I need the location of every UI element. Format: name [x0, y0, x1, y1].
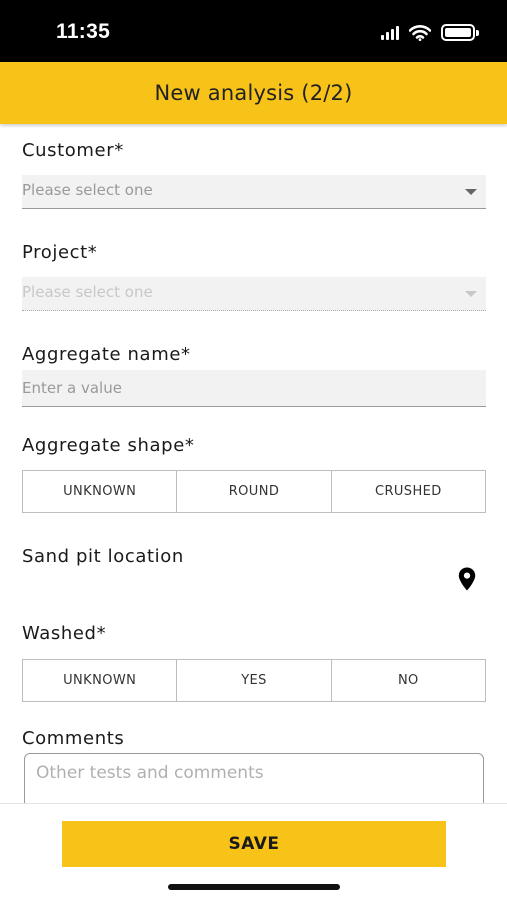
customer-select-placeholder: Please select one — [22, 181, 153, 199]
aggregate-shape-option-round[interactable]: ROUND — [177, 471, 332, 512]
washed-option-unknown[interactable]: UNKNOWN — [23, 660, 178, 701]
footer-bar: SAVE — [0, 803, 507, 900]
project-select-placeholder: Please select one — [22, 283, 153, 301]
status-icons — [381, 24, 479, 41]
comments-label: Comments — [22, 728, 125, 749]
customer-label: Customer* — [22, 140, 124, 161]
aggregate-shape-option-unknown[interactable]: UNKNOWN — [23, 471, 178, 512]
home-indicator[interactable] — [168, 884, 340, 890]
aggregate-shape-option-crushed[interactable]: CRUSHED — [331, 471, 485, 512]
status-bar: 11:35 — [0, 0, 507, 62]
project-label: Project* — [22, 242, 98, 263]
wifi-icon — [409, 24, 431, 41]
app-header: New analysis (2/2) — [0, 62, 507, 124]
washed-label: Washed* — [22, 623, 107, 644]
washed-selector: UNKNOWN YES NO — [22, 659, 486, 702]
status-time: 11:35 — [56, 20, 111, 43]
page-title: New analysis (2/2) — [154, 81, 353, 105]
project-select[interactable]: Please select one — [22, 277, 486, 311]
customer-select[interactable]: Please select one — [22, 175, 486, 209]
aggregate-shape-label: Aggregate shape* — [22, 435, 195, 456]
sand-pit-location-label: Sand pit location — [22, 546, 184, 567]
chevron-down-icon — [465, 291, 477, 297]
washed-option-yes[interactable]: YES — [177, 660, 332, 701]
chevron-down-icon — [465, 189, 477, 195]
save-button[interactable]: SAVE — [62, 821, 446, 867]
battery-icon — [441, 24, 479, 41]
cellular-signal-icon — [381, 25, 399, 40]
map-pin-icon[interactable] — [458, 567, 476, 591]
aggregate-shape-selector: UNKNOWN ROUND CRUSHED — [22, 470, 486, 513]
aggregate-name-input[interactable] — [22, 370, 486, 407]
washed-option-no[interactable]: NO — [331, 660, 485, 701]
aggregate-name-label: Aggregate name* — [22, 344, 191, 365]
